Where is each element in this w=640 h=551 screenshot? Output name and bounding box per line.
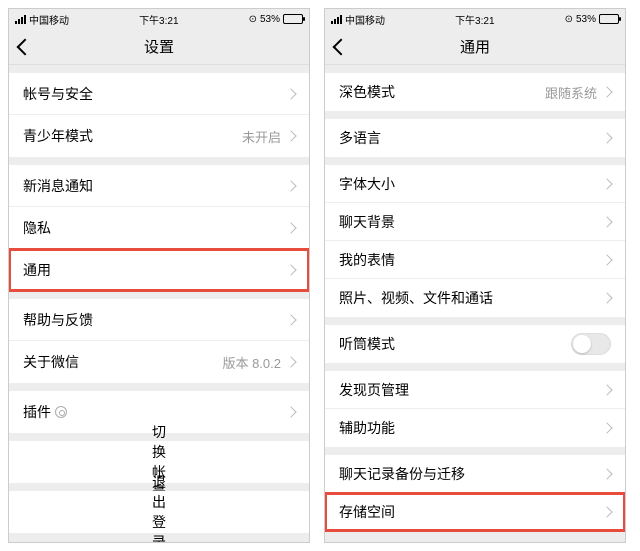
row-chat-background[interactable]: 聊天背景 — [325, 203, 625, 241]
rotation-lock-icon: ⊙ — [249, 14, 257, 25]
signal-icon — [15, 15, 26, 24]
battery-icon — [599, 14, 619, 24]
carrier-label: 中国移动 — [29, 12, 69, 27]
chevron-right-icon — [285, 130, 296, 141]
chevron-right-icon — [285, 314, 296, 325]
row-about[interactable]: 关于微信 版本 8.0.2 — [9, 341, 309, 383]
row-value: 版本 8.0.2 — [222, 353, 281, 372]
chevron-right-icon — [601, 292, 612, 303]
row-label: 帮助与反馈 — [23, 310, 287, 330]
status-bar: 中国移动 下午3:21 ⊙ 53% — [9, 9, 309, 29]
row-value: 跟随系统 — [545, 83, 597, 102]
row-teen-mode[interactable]: 青少年模式 未开启 — [9, 115, 309, 157]
row-label: 聊天背景 — [339, 212, 603, 232]
battery-pct: 53% — [260, 14, 280, 25]
row-value: 未开启 — [242, 127, 281, 146]
row-storage[interactable]: 存储空间 — [325, 493, 625, 531]
row-discover-manage[interactable]: 发现页管理 — [325, 371, 625, 409]
status-bar: 中国移动 下午3:21 ⊙ 53% — [325, 9, 625, 29]
chevron-right-icon — [601, 86, 612, 97]
target-icon — [55, 406, 67, 418]
chevron-right-icon — [285, 180, 296, 191]
chevron-right-icon — [601, 506, 612, 517]
chevron-right-icon — [601, 216, 612, 227]
battery-icon — [283, 14, 303, 24]
row-label: 通用 — [23, 260, 287, 280]
row-label: 多语言 — [339, 128, 603, 148]
row-label: 帐号与安全 — [23, 84, 287, 104]
row-help-feedback[interactable]: 帮助与反馈 — [9, 299, 309, 341]
signal-icon — [331, 15, 342, 24]
chevron-right-icon — [601, 422, 612, 433]
row-dark-mode[interactable]: 深色模式 跟随系统 — [325, 73, 625, 111]
row-label: 字体大小 — [339, 174, 603, 194]
row-chat-backup[interactable]: 聊天记录备份与迁移 — [325, 455, 625, 493]
row-logout[interactable]: 退出登录 — [9, 491, 309, 533]
row-accessibility[interactable]: 辅助功能 — [325, 409, 625, 447]
chevron-right-icon — [285, 88, 296, 99]
chevron-right-icon — [601, 178, 612, 189]
chevron-right-icon — [601, 132, 612, 143]
row-general[interactable]: 通用 — [9, 249, 309, 291]
row-label: 发现页管理 — [339, 380, 603, 400]
row-label: 辅助功能 — [339, 418, 603, 438]
row-label: 存储空间 — [339, 502, 603, 522]
row-notifications[interactable]: 新消息通知 — [9, 165, 309, 207]
row-language[interactable]: 多语言 — [325, 119, 625, 157]
row-label: 我的表情 — [339, 250, 603, 270]
page-title: 设置 — [144, 36, 174, 57]
row-privacy[interactable]: 隐私 — [9, 207, 309, 249]
clock: 下午3:21 — [455, 12, 494, 27]
row-label: 退出登录 — [152, 472, 166, 542]
battery-pct: 53% — [576, 14, 596, 25]
row-font-size[interactable]: 字体大小 — [325, 165, 625, 203]
back-icon[interactable] — [17, 38, 34, 55]
row-my-stickers[interactable]: 我的表情 — [325, 241, 625, 279]
clock: 下午3:21 — [139, 12, 178, 27]
chevron-right-icon — [601, 254, 612, 265]
row-label: 新消息通知 — [23, 176, 287, 196]
general-list: 深色模式 跟随系统 多语言 字体大小 聊天背景 我的表情 — [325, 65, 625, 542]
row-label: 青少年模式 — [23, 126, 242, 146]
general-screen: 中国移动 下午3:21 ⊙ 53% 通用 深色模式 跟随系统 多语言 — [324, 8, 626, 543]
row-label: 照片、视频、文件和通话 — [339, 288, 603, 308]
chevron-right-icon — [601, 384, 612, 395]
row-account-security[interactable]: 帐号与安全 — [9, 73, 309, 115]
rotation-lock-icon: ⊙ — [565, 14, 573, 25]
row-label: 插件 — [23, 402, 287, 422]
row-label: 听筒模式 — [339, 334, 571, 354]
page-title: 通用 — [460, 36, 490, 57]
chevron-right-icon — [285, 356, 296, 367]
navbar: 通用 — [325, 29, 625, 65]
plugins-text: 插件 — [23, 402, 51, 422]
row-earpiece-mode[interactable]: 听筒模式 — [325, 325, 625, 363]
back-icon[interactable] — [333, 38, 350, 55]
chevron-right-icon — [285, 406, 296, 417]
settings-screen: 中国移动 下午3:21 ⊙ 53% 设置 帐号与安全 青少年模式 未开启 新消息… — [8, 8, 310, 543]
row-media[interactable]: 照片、视频、文件和通话 — [325, 279, 625, 317]
chevron-right-icon — [285, 264, 296, 275]
carrier-label: 中国移动 — [345, 12, 385, 27]
chevron-right-icon — [285, 222, 296, 233]
chevron-right-icon — [601, 468, 612, 479]
navbar: 设置 — [9, 29, 309, 65]
row-label: 聊天记录备份与迁移 — [339, 464, 603, 484]
row-label: 隐私 — [23, 218, 287, 238]
row-label: 关于微信 — [23, 352, 222, 372]
settings-list: 帐号与安全 青少年模式 未开启 新消息通知 隐私 通用 — [9, 65, 309, 542]
toggle-off[interactable] — [571, 333, 611, 355]
row-label: 深色模式 — [339, 82, 545, 102]
